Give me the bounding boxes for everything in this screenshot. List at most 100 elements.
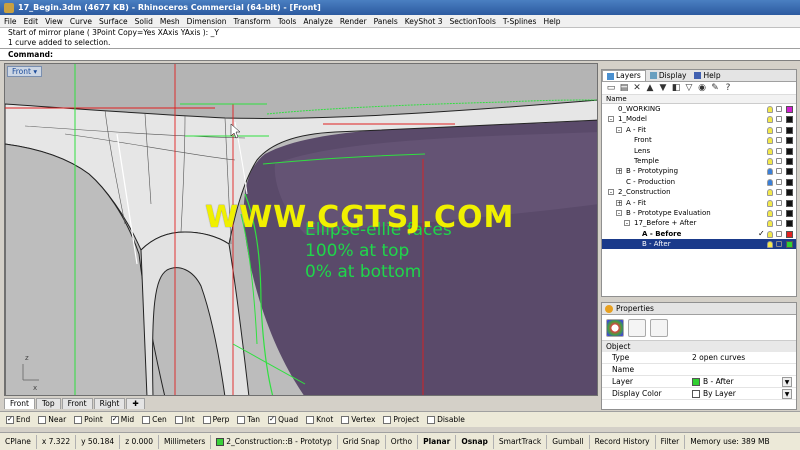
tab-help[interactable]: Help [690,70,724,81]
visibility-bulb-icon[interactable] [767,106,773,113]
menu-solid[interactable]: Solid [135,17,153,26]
lock-icon[interactable] [776,106,782,112]
tab-top[interactable]: Top [35,398,61,409]
lock-icon[interactable] [776,209,782,216]
expand-icon[interactable]: + [616,168,622,175]
layer-row[interactable]: 0_WORKING [602,104,796,114]
layer-row[interactable]: -17_Before + After [602,218,796,228]
lock-icon[interactable] [776,220,782,227]
collapse-icon[interactable]: - [616,126,622,133]
layer-color-swatch[interactable] [786,147,793,155]
texture-mapping-icon[interactable] [650,318,668,337]
checkbox[interactable] [427,415,436,424]
add-viewport-tab-icon[interactable]: ✚ [126,398,145,409]
checkbox[interactable] [38,415,47,424]
visibility-bulb-icon[interactable] [767,178,773,186]
dropdown-arrow-icon[interactable]: ▼ [782,388,792,399]
osnap-tan[interactable]: Tan [237,415,260,424]
record-history-toggle[interactable]: Record History [590,434,656,449]
ortho-toggle[interactable]: Ortho [386,434,419,449]
lock-icon[interactable] [776,178,782,185]
property-value[interactable]: B - After ▼ [692,376,796,387]
visibility-bulb-icon[interactable] [767,157,773,165]
layer-row[interactable]: Front [602,135,796,145]
object-properties-icon[interactable] [606,318,624,337]
layer-row[interactable]: A - Before ✓ [602,229,796,239]
lock-icon[interactable] [776,230,782,237]
status-current-layer[interactable]: 2_Construction::B - Prototyp [211,434,338,449]
visibility-bulb-icon[interactable] [767,220,773,228]
collapse-icon[interactable]: - [608,189,614,196]
layer-color-swatch[interactable] [786,220,793,228]
layer-row[interactable]: + A - Fit [602,198,796,208]
layer-row[interactable]: -A - Fit [602,125,796,135]
lock-icon[interactable] [776,168,782,175]
grid-snap-toggle[interactable]: Grid Snap [338,434,386,449]
menu-mesh[interactable]: Mesh [160,17,180,26]
osnap-cen[interactable]: Cen [142,415,167,424]
planar-toggle[interactable]: Planar [418,434,457,449]
checkbox[interactable] [202,415,211,424]
layer-color-swatch[interactable] [786,106,793,113]
filter-toggle[interactable]: Filter [656,434,686,449]
new-layer-icon[interactable]: ▭ [606,83,616,93]
lock-icon[interactable] [776,157,782,164]
smarttrack-toggle[interactable]: SmartTrack [494,434,548,449]
osnap-knot[interactable]: Knot [306,415,333,424]
menu-transform[interactable]: Transform [234,17,271,26]
property-value[interactable]: By Layer ▼ [692,388,796,399]
menu-render[interactable]: Render [340,17,367,26]
layer-row[interactable]: Lens [602,146,796,156]
menu-help[interactable]: Help [543,17,560,26]
move-in-icon[interactable]: ◧ [671,83,681,93]
checkbox[interactable] [74,415,83,424]
lock-icon[interactable] [776,116,782,123]
lock-icon[interactable] [776,189,782,196]
lock-icon[interactable] [776,137,782,144]
status-units[interactable]: Millimeters [159,434,212,449]
visibility-bulb-icon[interactable] [767,116,773,124]
layer-color-swatch[interactable] [786,189,793,197]
menu-t-splines[interactable]: T-Splines [503,17,537,26]
tab-layers[interactable]: Layers [602,70,646,81]
bulb-icon[interactable]: ◉ [697,83,707,93]
osnap-project[interactable]: Project [383,415,419,424]
checkbox[interactable] [142,415,151,424]
layer-color-swatch[interactable] [786,116,793,124]
checkbox[interactable] [174,415,183,424]
layer-row[interactable]: -2_Construction [602,187,796,197]
osnap-point[interactable]: Point [74,415,103,424]
properties-tab[interactable]: Properties [602,303,796,315]
menu-sectiontools[interactable]: SectionTools [450,17,496,26]
osnap-disable[interactable]: Disable [427,415,465,424]
layer-row[interactable]: -1_Model [602,114,796,124]
collapse-icon[interactable]: - [608,116,614,123]
visibility-bulb-icon[interactable] [767,230,773,238]
layer-color-swatch[interactable] [786,199,793,207]
menu-surface[interactable]: Surface [99,17,128,26]
visibility-bulb-icon[interactable] [767,137,773,145]
menu-keyshot-3[interactable]: KeyShot 3 [405,17,443,26]
visibility-bulb-icon[interactable] [767,209,773,217]
layer-color-swatch[interactable] [786,209,793,217]
layer-color-swatch[interactable] [786,137,793,145]
tab-front[interactable]: Front [4,398,35,409]
collapse-icon[interactable]: - [616,209,622,216]
lock-icon[interactable] [776,199,782,206]
osnap-mid[interactable]: ✓ Mid [110,415,134,424]
lock-icon[interactable] [776,147,782,154]
checkbox[interactable] [306,415,315,424]
material-icon[interactable] [628,318,646,337]
viewport-title[interactable]: Front ▾ [7,66,43,77]
expand-icon[interactable]: + [616,199,622,206]
new-sublayer-icon[interactable]: ▤ [619,83,629,93]
checkbox[interactable] [237,415,246,424]
checkbox[interactable]: ✓ [268,415,277,424]
move-up-icon[interactable]: ▲ [645,83,655,93]
menu-edit[interactable]: Edit [24,17,39,26]
menu-curve[interactable]: Curve [70,17,92,26]
layer-color-swatch[interactable] [786,126,793,134]
command-input[interactable]: Command: [0,49,800,61]
move-down-icon[interactable]: ▼ [658,83,668,93]
delete-icon[interactable]: ✕ [632,83,642,93]
